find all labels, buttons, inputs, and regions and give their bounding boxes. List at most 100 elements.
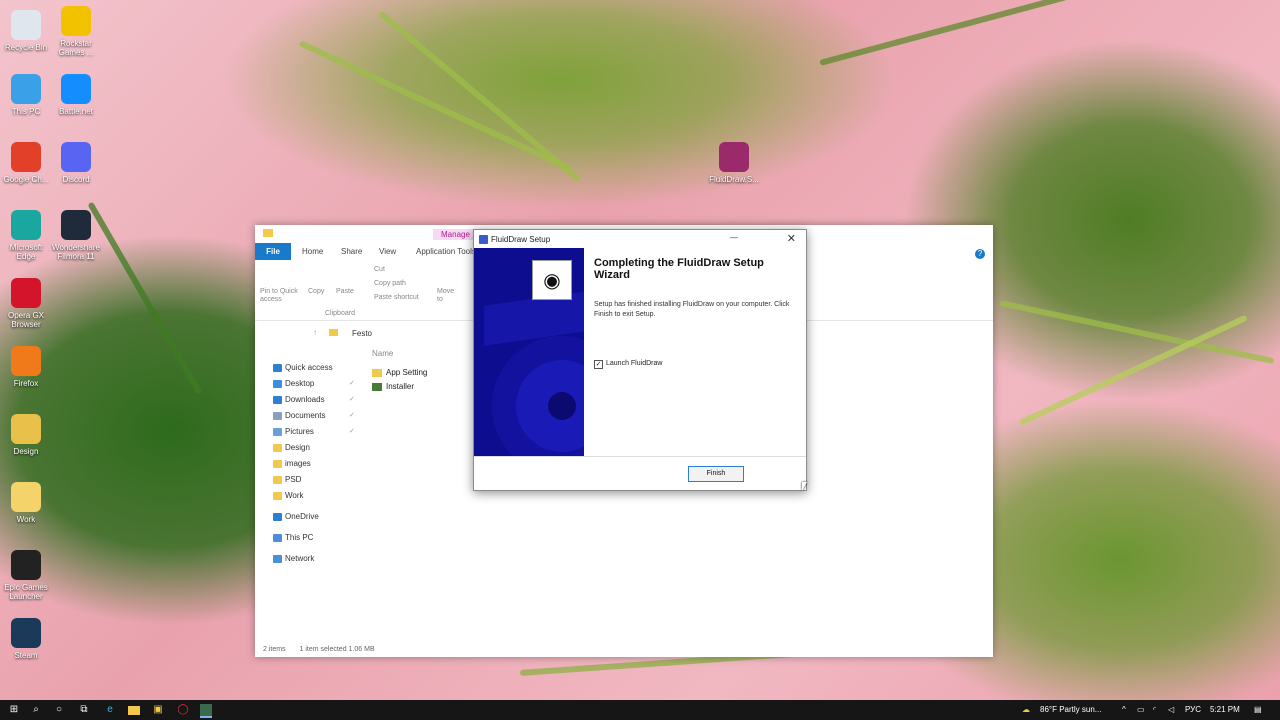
cut-button[interactable]: Cut: [374, 266, 385, 273]
network-icon[interactable]: ▭: [1137, 705, 1145, 714]
status-selection: 1 item selected 1.06 MB: [299, 646, 375, 653]
copy-path-button[interactable]: Copy path: [374, 280, 406, 287]
desktop-icon-label: Steam: [14, 651, 38, 660]
windows-start-icon[interactable]: ⊞: [8, 704, 20, 716]
move-to-button[interactable]: Move to: [437, 288, 459, 304]
manage-tab[interactable]: Manage: [433, 229, 478, 240]
nav-icon: [273, 412, 282, 420]
setup-wizard-dialog[interactable]: FluidDraw Setup — ✕ ◉ Completing the Flu…: [473, 229, 807, 491]
opera-icon[interactable]: ◯: [177, 704, 189, 716]
tab-home[interactable]: Home: [302, 247, 323, 256]
recycle-bin-icon: [11, 10, 41, 40]
nav-item[interactable]: This PC: [255, 530, 365, 546]
launch-checkbox[interactable]: ✓: [594, 360, 603, 369]
desktop-icon[interactable]: Recycle Bin: [0, 10, 52, 52]
nav-item[interactable]: OneDrive: [255, 509, 365, 525]
desktop-icon[interactable]: Wondershare Filmora 11: [50, 210, 102, 261]
desktop-icon-label: Microsoft Edge: [9, 243, 43, 261]
opera-icon: [11, 278, 41, 308]
notification-icon[interactable]: ▤: [1254, 705, 1262, 714]
desktop-icon[interactable]: Battle.net: [50, 74, 102, 116]
tab-share[interactable]: Share: [341, 247, 362, 256]
nav-icon: [273, 555, 282, 563]
volume-icon[interactable]: ◁: [1168, 705, 1174, 714]
status-item-count: 2 items: [263, 646, 286, 653]
pin-icon: ✓: [349, 428, 355, 435]
desktop-icon[interactable]: Work: [0, 482, 52, 524]
desktop-icon[interactable]: Google Ch...: [0, 142, 52, 184]
launch-checkbox-row[interactable]: ✓ Launch FluidDraw: [594, 360, 662, 369]
tab-view[interactable]: View: [379, 247, 396, 256]
close-icon[interactable]: ✕: [787, 232, 796, 245]
tab-application-tools[interactable]: Application Tools: [416, 247, 476, 256]
nav-icon: [273, 428, 282, 436]
language-indicator[interactable]: РУС: [1185, 705, 1201, 714]
nav-item[interactable]: Documents ✓: [255, 408, 365, 424]
desktop-icon[interactable]: Steam: [0, 618, 52, 660]
nav-icon: [273, 396, 282, 404]
up-arrow-icon[interactable]: ↑: [313, 328, 317, 337]
nav-icon: [273, 364, 282, 372]
weather-text[interactable]: 86°F Partly sun...: [1040, 705, 1101, 714]
store-icon[interactable]: ▣: [152, 704, 164, 716]
desktop-icon-label: Discord: [62, 175, 90, 184]
tray-chevron-icon[interactable]: ^: [1122, 705, 1126, 714]
setup-app-icon: [479, 235, 488, 244]
paste-shortcut-button[interactable]: Paste shortcut: [374, 294, 419, 301]
nav-item[interactable]: Pictures ✓: [255, 424, 365, 440]
pin-quick-access-button[interactable]: Pin to Quick access: [260, 288, 306, 304]
nav-icon: [273, 513, 282, 521]
status-bar: 2 items 1 item selected 1.06 MB: [263, 646, 375, 653]
paste-button[interactable]: Paste: [336, 288, 354, 295]
firefox-icon: [11, 346, 41, 376]
desktop-icon[interactable]: Opera GX Browser: [0, 278, 52, 329]
nav-item[interactable]: PSD: [255, 472, 365, 488]
nav-item[interactable]: Design: [255, 440, 365, 456]
cortana-icon[interactable]: ○: [53, 704, 65, 716]
desktop-icon[interactable]: This PC: [0, 74, 52, 116]
nav-item[interactable]: Quick access: [255, 360, 365, 376]
desktop-icon[interactable]: Design: [0, 414, 52, 456]
nav-item[interactable]: Desktop ✓: [255, 376, 365, 392]
wifi-icon[interactable]: ◜: [1153, 705, 1156, 714]
file-explorer-taskbar-icon[interactable]: [128, 706, 140, 715]
column-header-name[interactable]: Name: [370, 349, 427, 358]
nav-item[interactable]: Downloads ✓: [255, 392, 365, 408]
folder-icon: [11, 482, 41, 512]
divider: [474, 456, 806, 457]
desktop-icon[interactable]: FluidDraw.S...: [708, 142, 760, 184]
desktop-icon[interactable]: Epic Games Launcher: [0, 550, 52, 601]
nav-item-label: Network: [285, 554, 315, 563]
desktop-icon[interactable]: Discord: [50, 142, 102, 184]
nav-icon: [273, 444, 282, 452]
search-icon[interactable]: ⌕: [30, 704, 42, 716]
installer-icon: [372, 383, 382, 391]
nav-item[interactable]: images: [255, 456, 365, 472]
nav-item[interactable]: Work: [255, 488, 365, 504]
filmora-icon: [61, 210, 91, 240]
desktop-icon[interactable]: Microsoft Edge: [0, 210, 52, 261]
tab-file[interactable]: File: [255, 243, 291, 260]
file-row[interactable]: Installer: [370, 380, 427, 394]
launch-checkbox-label[interactable]: Launch FluidDraw: [606, 360, 662, 367]
edge-icon[interactable]: e: [104, 704, 116, 716]
taskbar: ⊞ ⌕ ○ ⧉ e ▣ ◯ ☁ 86°F Partly sun... ^ ▭ ◜…: [0, 700, 1280, 720]
nav-icon: [273, 476, 282, 484]
minimize-icon[interactable]: —: [730, 233, 738, 242]
battlenet-icon: [61, 74, 91, 104]
desktop-icon[interactable]: Rockstar Games ...: [50, 6, 102, 57]
folder-icon: [11, 414, 41, 444]
task-view-icon[interactable]: ⧉: [78, 704, 90, 716]
desktop-icon-label: Recycle Bin: [4, 43, 48, 52]
discord-icon: [61, 142, 91, 172]
file-row[interactable]: App Setting: [370, 366, 427, 380]
desktop-icon-label: Battle.net: [59, 107, 93, 116]
winrar-icon: [719, 142, 749, 172]
desktop-icon-label: Wondershare Filmora 11: [52, 243, 100, 261]
nav-item[interactable]: Network: [255, 551, 365, 567]
desktop-icon[interactable]: Firefox: [0, 346, 52, 388]
setup-taskbar-icon[interactable]: [200, 704, 212, 718]
finish-button[interactable]: Finish: [688, 466, 744, 482]
clock[interactable]: 5:21 PM: [1210, 705, 1240, 714]
copy-button[interactable]: Copy: [308, 288, 324, 295]
